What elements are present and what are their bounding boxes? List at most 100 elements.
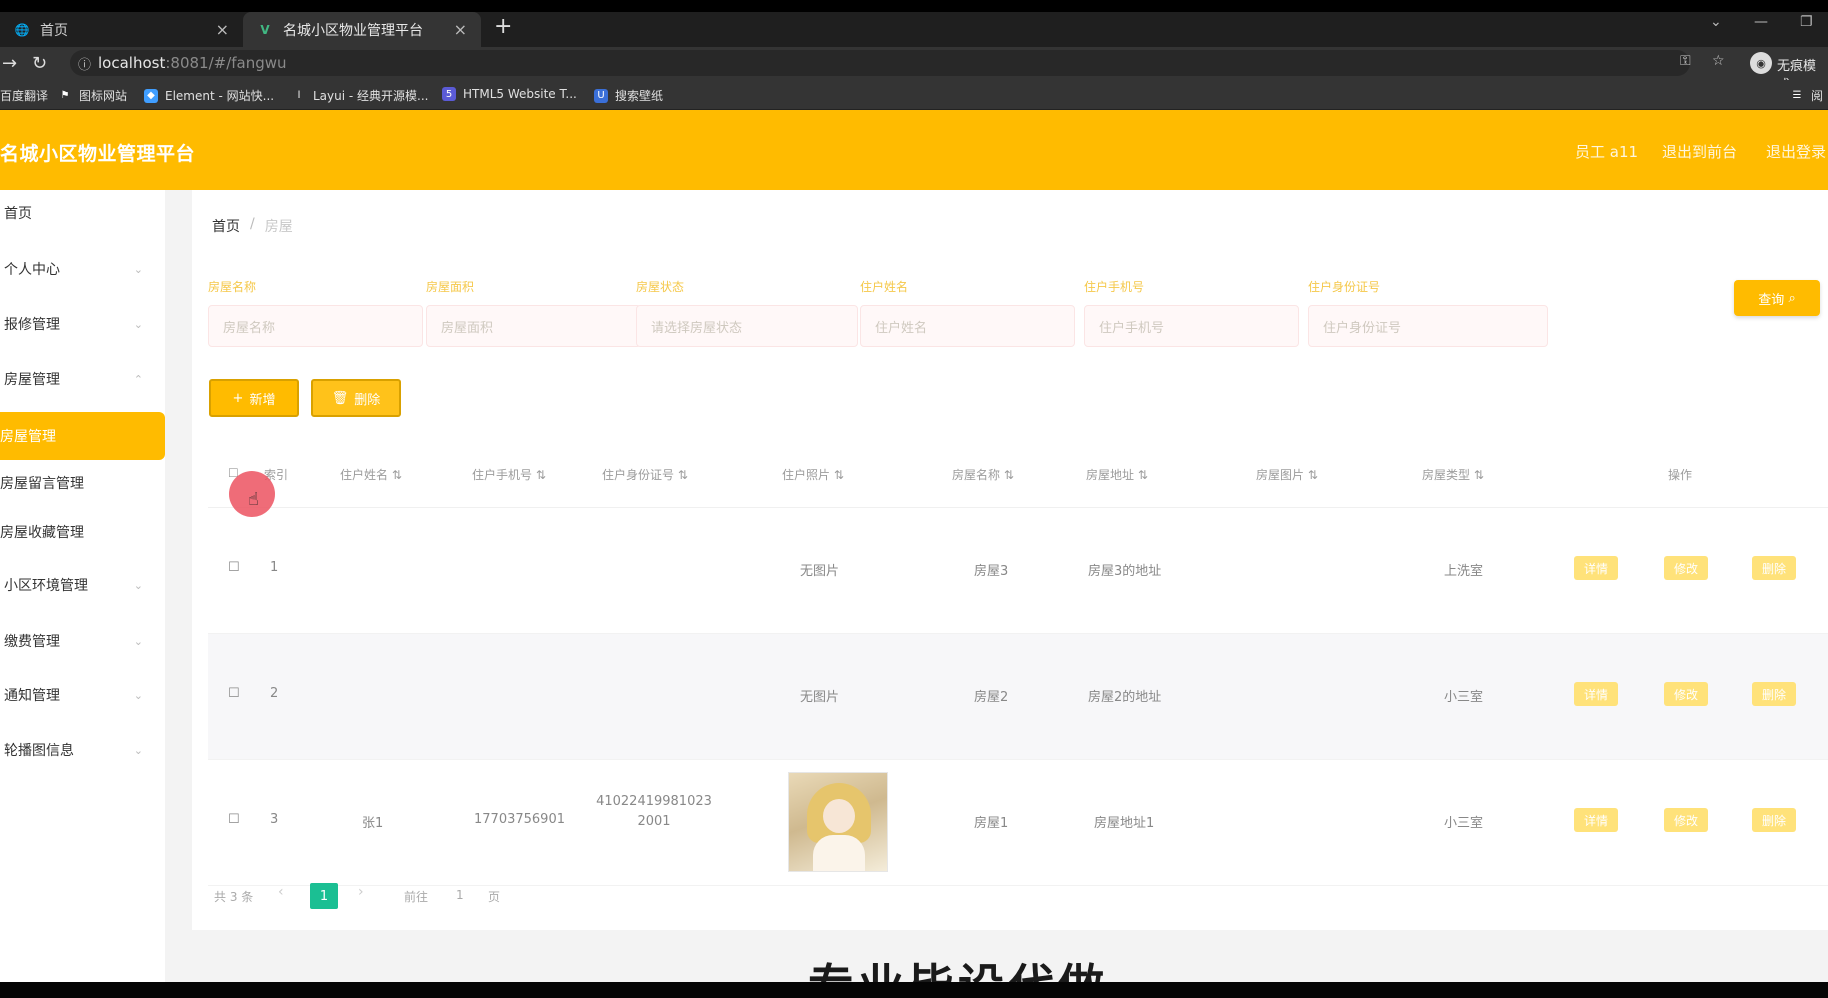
sidebar-subitem-house-message[interactable]: 房屋留言管理	[0, 460, 165, 506]
sidebar-item-home[interactable]: 首页	[0, 190, 165, 236]
back-front-link[interactable]: 退出到前台	[1662, 141, 1737, 162]
edit-button[interactable]: 修改	[1664, 808, 1709, 832]
list-icon: ☰	[1792, 90, 1802, 101]
cell-house-address: 房屋2的地址	[1088, 690, 1162, 705]
star-icon[interactable]: ☆	[1712, 53, 1725, 69]
photo-body	[813, 835, 865, 871]
sidebar-item-carousel[interactable]: 轮播图信息 ⌄	[0, 727, 165, 773]
search-icon: ⌕	[1788, 290, 1796, 306]
breadcrumb-separator: /	[250, 216, 255, 232]
bottom-band	[0, 982, 1828, 998]
sidebar-item-environment[interactable]: 小区环境管理 ⌄	[0, 562, 165, 608]
goto-label: 前往	[404, 890, 429, 904]
chevron-left-icon[interactable]: ‹	[278, 884, 284, 900]
resident-name-input[interactable]: 住户姓名	[860, 305, 1075, 347]
browser-tab-active[interactable]: V 名城小区物业管理平台 ×	[243, 12, 481, 47]
sidebar-subitem-house-manage[interactable]: 房屋管理	[0, 412, 165, 460]
row-checkbox[interactable]: ☐	[228, 560, 240, 575]
add-button[interactable]: + 新增	[209, 379, 299, 417]
incognito-icon[interactable]: ◉	[1750, 52, 1772, 74]
chevron-down-icon: ⌄	[133, 688, 143, 702]
bookmark-item[interactable]: 5 HTML5 Website T...	[442, 87, 577, 101]
url-path: :8081/#/fangwu	[165, 54, 287, 72]
table-row: ☐ 3 张1 17703756901 41022419981023 2001 房…	[208, 760, 1828, 886]
cell-house-name: 房屋1	[974, 816, 1009, 831]
goto-page-input[interactable]: 1	[456, 888, 464, 902]
chevron-down-icon: ⌄	[133, 578, 143, 592]
resident-id-input[interactable]: 住户身份证号	[1308, 305, 1548, 347]
reading-list[interactable]: ☰ 阅	[1790, 87, 1824, 104]
header-resident-id[interactable]: 住户身份证号 ⇅	[602, 466, 688, 483]
app-header: 名城小区物业管理平台 员工 a11 退出到前台 退出登录	[0, 110, 1828, 190]
delete-row-button[interactable]: 删除	[1752, 808, 1797, 832]
view-button[interactable]: 详情	[1574, 682, 1619, 706]
sidebar-subitem-house-favorite[interactable]: 房屋收藏管理	[0, 509, 165, 555]
close-icon[interactable]: ×	[454, 20, 467, 39]
cell-house-type: 小三室	[1444, 816, 1484, 831]
breadcrumb-home[interactable]: 首页	[212, 216, 240, 236]
header-resident-name[interactable]: 住户姓名 ⇅	[340, 466, 402, 483]
row-checkbox[interactable]: ☐	[228, 686, 240, 701]
delete-row-button[interactable]: 删除	[1752, 682, 1797, 706]
edit-button[interactable]: 修改	[1664, 556, 1709, 580]
new-tab-icon[interactable]: +	[494, 14, 512, 39]
cell-house-type: 小三室	[1444, 690, 1484, 705]
header-house-type[interactable]: 房屋类型 ⇅	[1422, 466, 1484, 483]
row-checkbox[interactable]: ☐	[228, 812, 240, 827]
sidebar-item-house[interactable]: 房屋管理 ⌃	[0, 356, 165, 402]
sidebar-item-profile[interactable]: 个人中心 ⌄	[0, 246, 165, 292]
search-field-resident-phone: 住户手机号 住户手机号	[1084, 278, 1299, 347]
minimize-icon[interactable]: —	[1754, 14, 1768, 30]
header-resident-phone[interactable]: 住户手机号 ⇅	[472, 466, 546, 483]
resident-photo-thumbnail[interactable]	[788, 772, 888, 872]
chevron-down-icon: ⌄	[133, 634, 143, 648]
resident-phone-input[interactable]: 住户手机号	[1084, 305, 1299, 347]
house-area-input[interactable]: 房屋面积	[426, 305, 641, 347]
bookmark-item[interactable]: l Layui - 经典开源模...	[292, 87, 429, 104]
close-icon[interactable]: ×	[216, 20, 229, 39]
delete-button[interactable]: 🗑 删除	[311, 379, 401, 417]
bookmark-item[interactable]: U 搜索壁纸	[594, 87, 663, 104]
header-resident-photo[interactable]: 住户照片 ⇅	[782, 466, 844, 483]
delete-row-button[interactable]: 删除	[1752, 556, 1797, 580]
house-name-input[interactable]: 房屋名称	[208, 305, 423, 347]
chevron-down-icon: ⌄	[133, 317, 143, 331]
view-button[interactable]: 详情	[1574, 556, 1619, 580]
house-status-select[interactable]: 请选择房屋状态	[636, 305, 858, 347]
url-field[interactable]: ⓘ localhost:8081/#/fangwu	[70, 50, 1690, 76]
edit-button[interactable]: 修改	[1664, 682, 1709, 706]
cell-house-name: 房屋3	[974, 564, 1009, 579]
cell-photo: 无图片	[800, 564, 840, 579]
header-house-address[interactable]: 房屋地址 ⇅	[1086, 466, 1148, 483]
bookmark-item[interactable]: 百度翻译	[0, 87, 48, 104]
sidebar-item-payment[interactable]: 缴费管理 ⌄	[0, 618, 165, 664]
reload-icon[interactable]: ↻	[32, 53, 47, 74]
forward-icon[interactable]: →	[2, 53, 17, 74]
bookmark-item[interactable]: ◆ Element - 网站快...	[144, 87, 274, 104]
cell-photo: 无图片	[800, 690, 840, 705]
header-house-image[interactable]: 房屋图片 ⇅	[1256, 466, 1318, 483]
chevron-right-icon[interactable]: ›	[358, 884, 364, 900]
pagination-total: 共 3 条	[214, 890, 254, 904]
cell-index: 1	[270, 560, 279, 575]
search-button[interactable]: 查询 ⌕	[1734, 280, 1820, 316]
tab-search-icon[interactable]: ⌄	[1710, 14, 1722, 30]
app-title: 名城小区物业管理平台	[0, 143, 196, 165]
header-house-name[interactable]: 房屋名称 ⇅	[952, 466, 1014, 483]
plus-icon: +	[232, 390, 244, 406]
restore-icon[interactable]: ❐	[1800, 14, 1813, 30]
cell-resident-phone: 17703756901	[474, 812, 565, 827]
bookmark-item[interactable]: ⚑ 图标网站	[58, 87, 128, 104]
key-icon[interactable]: ⚿	[1680, 53, 1691, 69]
view-button[interactable]: 详情	[1574, 808, 1619, 832]
cell-index: 2	[270, 686, 279, 701]
page-1-button[interactable]: 1	[310, 883, 338, 909]
cell-house-address: 房屋地址1	[1094, 816, 1155, 831]
logout-link[interactable]: 退出登录	[1766, 141, 1826, 162]
sidebar-item-repair[interactable]: 报修管理 ⌄	[0, 301, 165, 347]
browser-tab-home[interactable]: 🌐 首页 ×	[0, 12, 243, 47]
tab-title: 首页	[40, 22, 68, 39]
sidebar-item-notice[interactable]: 通知管理 ⌄	[0, 672, 165, 718]
bookmarks-bar: 百度翻译 ⚑ 图标网站 ◆ Element - 网站快... l Layui - 经典…	[0, 80, 1828, 110]
element-icon: ◆	[144, 88, 158, 103]
